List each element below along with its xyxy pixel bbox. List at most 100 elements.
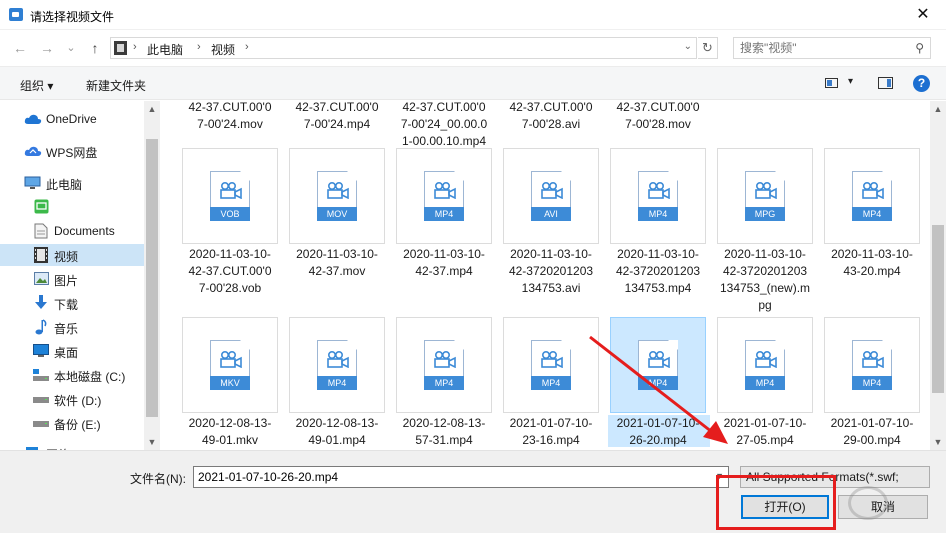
- video-file-icon: MP4: [638, 340, 678, 390]
- app-icon: [9, 8, 23, 21]
- search-icon[interactable]: ⚲: [915, 41, 924, 55]
- file-thumbnail[interactable]: MP4: [503, 317, 599, 413]
- sidebar-item-label: 视频: [54, 250, 79, 264]
- file-thumbnail[interactable]: MP4: [396, 317, 492, 413]
- file-thumbnail[interactable]: MP4: [396, 148, 492, 244]
- video-camera-icon: [327, 350, 349, 369]
- preview-pane-icon[interactable]: [878, 77, 893, 89]
- video-file-icon: MP4: [424, 171, 464, 221]
- file-thumbnail[interactable]: AVI: [503, 148, 599, 244]
- breadcrumb-this-pc[interactable]: 此电脑: [147, 41, 183, 58]
- sidebar-item-network[interactable]: 网络: [0, 442, 144, 450]
- video-folder-icon: [34, 247, 48, 263]
- sidebar-item-drive-d[interactable]: 软件 (D:): [0, 388, 144, 410]
- file-thumbnail[interactable]: VOB: [182, 148, 278, 244]
- file-name: 2021-01-07-10- 27-05.mp4: [723, 416, 807, 447]
- sidebar-item-pictures[interactable]: 图片: [0, 268, 144, 290]
- file-type-badge: MP4: [531, 376, 571, 390]
- file-thumbnail[interactable]: MP4: [289, 317, 385, 413]
- file-thumbnail[interactable]: MP4: [824, 317, 920, 413]
- dialog-footer: 文件名(N): ▼ All Supported Formats(*.swf; 打…: [0, 450, 946, 533]
- file-type-badge: MP4: [638, 376, 678, 390]
- video-file-icon: MOV: [317, 171, 357, 221]
- file-name: 2020-12-08-13- 49-01.mkv: [188, 416, 272, 447]
- refresh-button[interactable]: ↻: [698, 37, 718, 59]
- video-camera-icon: [220, 181, 242, 200]
- scroll-up-icon[interactable]: ▲: [144, 101, 160, 117]
- breadcrumb-separator: ›: [133, 41, 137, 53]
- sidebar-item-this-pc[interactable]: 此电脑: [0, 172, 144, 194]
- sidebar-item-label: WPS网盘: [46, 146, 98, 160]
- video-folder-icon: [114, 41, 127, 55]
- file-thumbnail[interactable]: MP4: [824, 148, 920, 244]
- file-type-value: All Supported Formats(*.swf;: [746, 470, 899, 484]
- scroll-down-icon[interactable]: ▼: [144, 434, 160, 450]
- scroll-up-icon[interactable]: ▲: [930, 101, 946, 117]
- file-type-select[interactable]: All Supported Formats(*.swf;: [740, 466, 930, 488]
- file-thumbnail[interactable]: MP4: [717, 317, 813, 413]
- file-name: 42-37.CUT.00'0 7-00'24.mov: [188, 101, 272, 131]
- change-view-icon[interactable]: [825, 78, 838, 88]
- file-name: 2020-11-03-10- 42-37.mov: [296, 247, 378, 278]
- search-input[interactable]: [740, 40, 900, 56]
- video-file-icon: MP4: [852, 171, 892, 221]
- up-button[interactable]: ↑: [86, 39, 104, 57]
- sidebar-item-documents[interactable]: Documents: [0, 220, 144, 242]
- sidebar-item-downloads[interactable]: 下载: [0, 292, 144, 314]
- filename-combobox[interactable]: ▼: [193, 466, 729, 488]
- drive-e-icon: [33, 421, 49, 427]
- sidebar-item-videos[interactable]: 视频: [0, 244, 144, 266]
- file-name: 42-37.CUT.00'0 7-00'24_00.00.0 1-00.00.1…: [400, 101, 488, 148]
- sidebar-item-drive-c[interactable]: 本地磁盘 (C:): [0, 364, 144, 386]
- filename-input[interactable]: [198, 469, 698, 485]
- sidebar-item-music[interactable]: 音乐: [0, 316, 144, 338]
- file-type-badge: MP4: [852, 207, 892, 221]
- address-bar[interactable]: › 此电脑 › 视频 › ⌄: [110, 37, 697, 59]
- file-thumbnail[interactable]: MPG: [717, 148, 813, 244]
- forward-button[interactable]: →: [38, 39, 56, 57]
- file-type-badge: MP4: [638, 207, 678, 221]
- sidebar-scrollbar[interactable]: ▲ ▼: [144, 101, 160, 450]
- chevron-down-icon[interactable]: ▼: [715, 471, 724, 481]
- sidebar-item-wps-cloud[interactable]: WPS网盘: [0, 140, 144, 162]
- file-name: 2020-11-03-10- 42-3720201203 134753.mp4: [615, 247, 701, 295]
- help-icon[interactable]: ?: [913, 75, 930, 92]
- cancel-button[interactable]: 取消: [838, 495, 928, 519]
- sidebar-item-onedrive[interactable]: OneDrive: [0, 108, 144, 130]
- new-folder-button[interactable]: 新建文件夹: [86, 77, 146, 94]
- open-button[interactable]: 打开(O): [741, 495, 829, 519]
- sidebar-item-drive-e[interactable]: 备份 (E:): [0, 412, 144, 434]
- file-list-scrollbar[interactable]: ▲ ▼: [930, 101, 946, 450]
- scroll-down-icon[interactable]: ▼: [930, 434, 946, 450]
- chevron-down-icon[interactable]: ⌄: [684, 41, 692, 52]
- sidebar-item-desktop[interactable]: 桌面: [0, 340, 144, 362]
- sidebar-item-green-app[interactable]: [0, 196, 144, 218]
- scrollbar-thumb[interactable]: [146, 139, 158, 417]
- address-row: ← → ⌄ ↑ › 此电脑 › 视频 › ⌄ ↻ ⚲: [0, 30, 946, 66]
- recent-locations-button[interactable]: ⌄: [62, 39, 80, 57]
- video-camera-icon: [755, 350, 777, 369]
- video-camera-icon: [541, 350, 563, 369]
- file-name: 2021-01-07-10- 26-20.mp4: [616, 416, 700, 447]
- file-thumbnail[interactable]: MP4: [610, 317, 706, 413]
- organize-menu[interactable]: 组织 ▾: [20, 77, 53, 94]
- file-name: 2020-12-08-13- 57-31.mp4: [402, 416, 486, 447]
- pictures-icon: [34, 272, 49, 285]
- search-box[interactable]: ⚲: [733, 37, 931, 59]
- view-options-dropdown[interactable]: ▾: [848, 76, 853, 87]
- video-file-icon: MPG: [745, 171, 785, 221]
- file-thumbnail[interactable]: MKV: [182, 317, 278, 413]
- file-type-badge: AVI: [531, 207, 571, 221]
- sidebar-item-label: Documents: [54, 224, 115, 238]
- close-button[interactable]: ✕: [900, 0, 946, 30]
- drive-d-icon: [33, 397, 49, 403]
- video-file-icon: MKV: [210, 340, 250, 390]
- scrollbar-thumb[interactable]: [932, 225, 944, 393]
- breadcrumb-separator: ›: [197, 41, 201, 53]
- back-button[interactable]: ←: [11, 39, 29, 57]
- downloads-icon: [35, 295, 47, 309]
- breadcrumb-videos[interactable]: 视频: [211, 41, 235, 58]
- file-thumbnail[interactable]: MP4: [610, 148, 706, 244]
- file-thumbnail[interactable]: MOV: [289, 148, 385, 244]
- green-app-icon: [34, 199, 49, 214]
